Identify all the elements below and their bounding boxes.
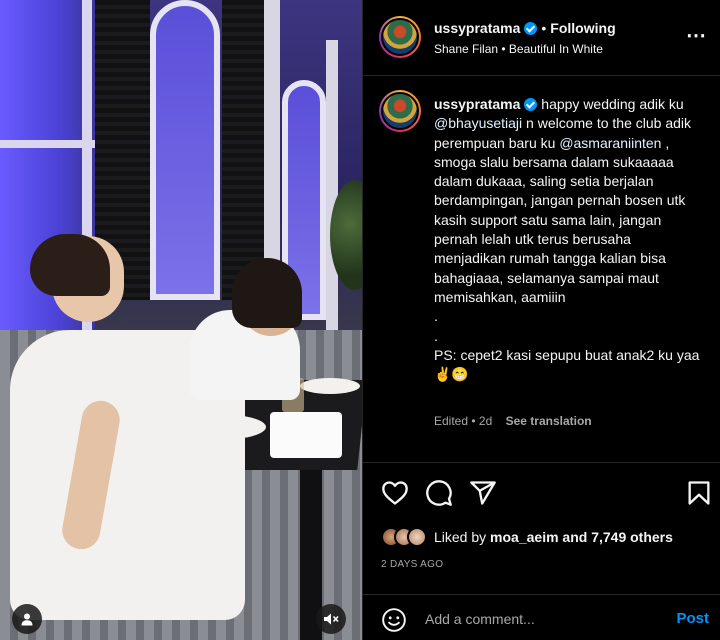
edited-timestamp: Edited • 2d [434, 414, 493, 428]
post-comment-button[interactable]: Post [676, 610, 709, 627]
likes-summary[interactable]: Liked by moa_aeim and 7,749 others [381, 523, 673, 551]
heart-icon[interactable] [381, 479, 409, 507]
caption-username[interactable]: ussypratama [434, 96, 520, 112]
author-username[interactable]: ussypratama [434, 20, 520, 36]
post-media-video[interactable] [0, 0, 362, 640]
mute-toggle-button[interactable] [316, 604, 346, 634]
author-avatar[interactable] [379, 16, 421, 58]
see-translation-button[interactable]: See translation [506, 414, 592, 428]
caption-author-avatar[interactable] [379, 90, 421, 132]
like-count[interactable]: and 7,749 others [559, 529, 673, 545]
audio-track-link[interactable]: Shane Filan • Beautiful In White [434, 42, 603, 56]
share-icon[interactable] [469, 479, 497, 507]
bookmark-icon[interactable] [685, 479, 713, 507]
muted-speaker-icon [324, 613, 339, 625]
comment-input[interactable] [425, 607, 645, 631]
user-tag-icon [21, 613, 33, 626]
action-bar [363, 462, 720, 522]
post-header: ussypratama • Following Shane Filan • Beau… [363, 0, 720, 76]
mention-link[interactable]: @asmaraniinten [559, 135, 661, 151]
comment-bar: Post [363, 594, 720, 640]
caption-meta: Edited • 2d See translation [434, 414, 602, 428]
more-options-icon[interactable]: ⋯ [686, 26, 707, 46]
liker-username[interactable]: moa_aeim [490, 529, 558, 545]
comment-icon[interactable] [425, 479, 453, 507]
caption-section: ussypratama happy wedding adik ku @bhayu… [363, 77, 720, 461]
following-button[interactable]: Following [550, 20, 615, 36]
post-timestamp[interactable]: 2 DAYS AGO [381, 559, 443, 570]
emoji-icon[interactable] [381, 607, 407, 633]
verified-badge-icon [524, 98, 538, 111]
post-caption: ussypratama happy wedding adik ku @bhayu… [434, 96, 700, 383]
post-details-panel: ussypratama • Following Shane Filan • Beau… [362, 0, 720, 640]
verified-badge-icon [524, 22, 538, 35]
mention-link[interactable]: @bhayusetiaji [434, 115, 522, 131]
user-tag-button[interactable] [12, 604, 42, 634]
cake-box [270, 412, 342, 458]
liker-avatar [407, 527, 427, 547]
